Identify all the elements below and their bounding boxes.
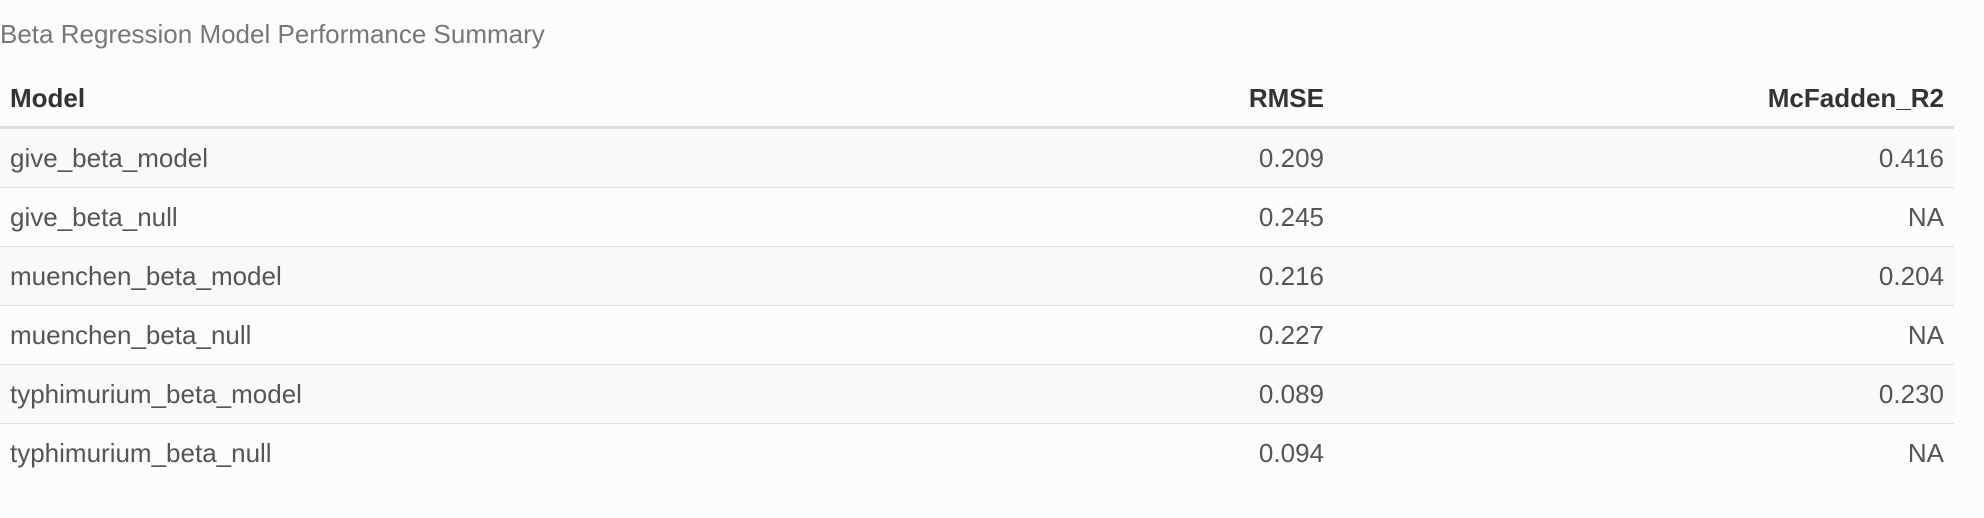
cell-model: give_beta_null — [0, 187, 1014, 247]
cell-rmse: 0.245 — [1014, 187, 1334, 247]
page: Beta Regression Model Performance Summar… — [0, 0, 1984, 518]
table-row: give_beta_model 0.209 0.416 — [0, 127, 1954, 188]
header-mcfadden-r2: McFadden_R2 — [1334, 70, 1954, 129]
cell-rmse: 0.209 — [1014, 127, 1334, 188]
cell-mcfadden-r2: 0.204 — [1334, 246, 1954, 306]
table-caption: Beta Regression Model Performance Summar… — [0, 19, 545, 49]
cell-rmse: 0.089 — [1014, 364, 1334, 424]
table-row: muenchen_beta_model 0.216 0.204 — [0, 246, 1954, 306]
cell-rmse: 0.216 — [1014, 246, 1334, 306]
table-header-row: Model RMSE McFadden_R2 — [0, 70, 1954, 129]
cell-mcfadden-r2: NA — [1334, 423, 1954, 482]
cell-mcfadden-r2: 0.416 — [1334, 127, 1954, 188]
cell-rmse: 0.094 — [1014, 423, 1334, 482]
cell-mcfadden-r2: 0.230 — [1334, 364, 1954, 424]
cell-model: muenchen_beta_model — [0, 246, 1014, 306]
cell-rmse: 0.227 — [1014, 305, 1334, 365]
header-model: Model — [0, 70, 1014, 129]
cell-mcfadden-r2: NA — [1334, 305, 1954, 365]
table-row: typhimurium_beta_null 0.094 NA — [0, 423, 1954, 482]
cell-mcfadden-r2: NA — [1334, 187, 1954, 247]
cell-model: typhimurium_beta_model — [0, 364, 1014, 424]
cell-model: give_beta_model — [0, 127, 1014, 188]
cell-model: typhimurium_beta_null — [0, 423, 1014, 482]
performance-table: Model RMSE McFadden_R2 give_beta_model 0… — [0, 70, 1954, 482]
header-rmse: RMSE — [1014, 70, 1334, 129]
table-row: give_beta_null 0.245 NA — [0, 187, 1954, 247]
table-row: typhimurium_beta_model 0.089 0.230 — [0, 364, 1954, 424]
table-row: muenchen_beta_null 0.227 NA — [0, 305, 1954, 365]
cell-model: muenchen_beta_null — [0, 305, 1014, 365]
